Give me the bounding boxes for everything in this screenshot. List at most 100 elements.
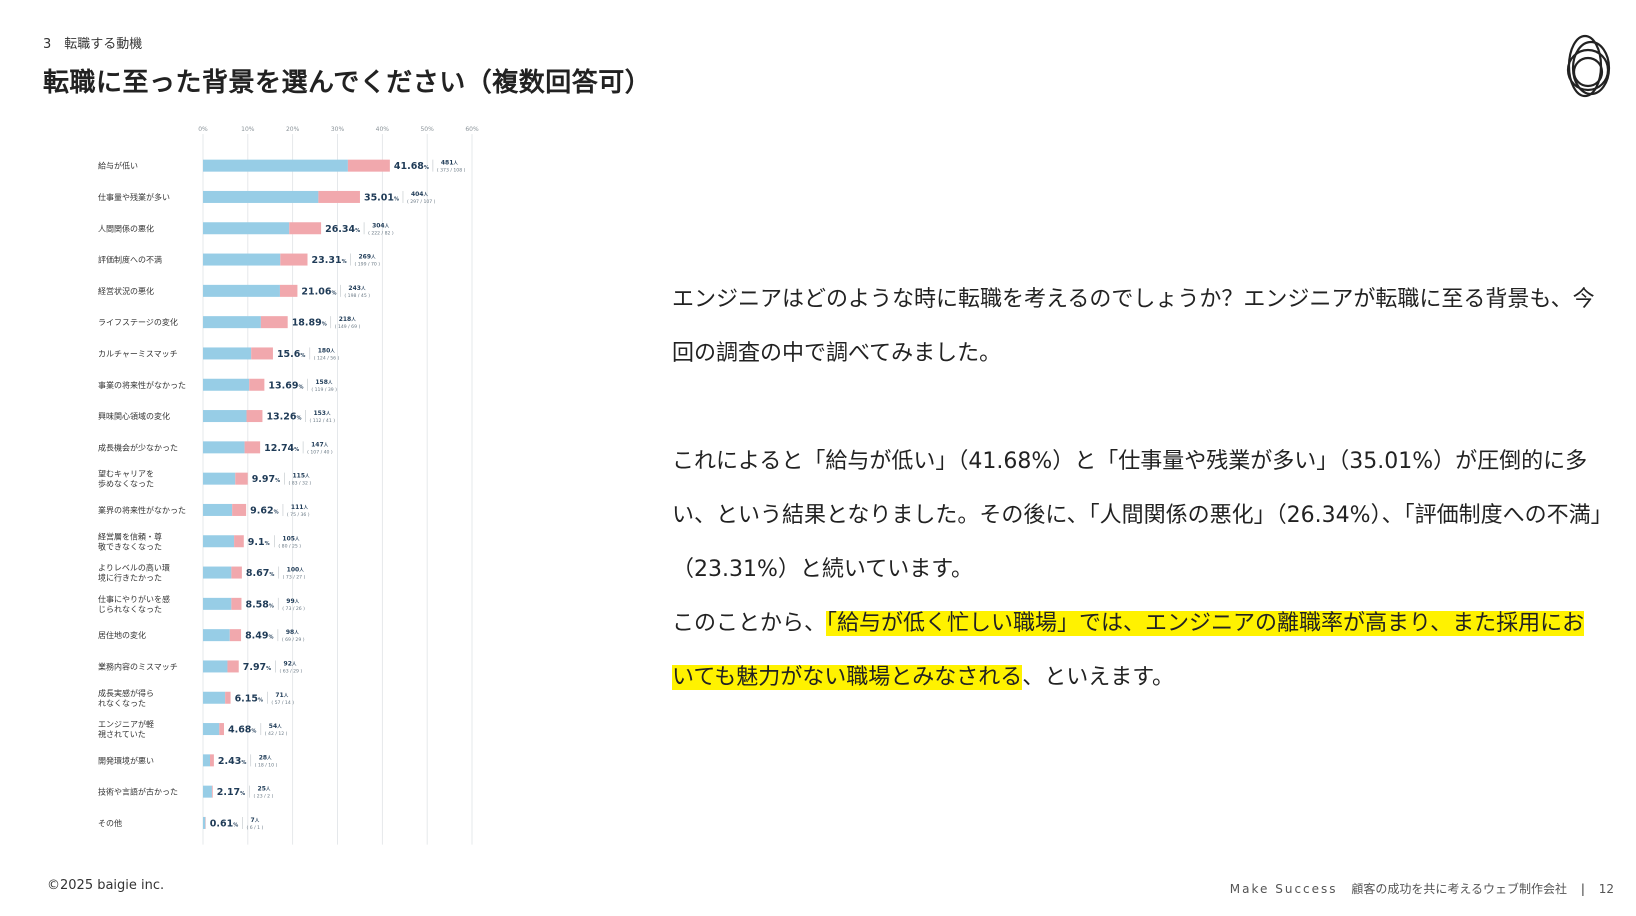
category-label: 業務内容のミスマッチ [98,661,178,671]
value-label: 13.26% [266,412,301,423]
count-label: 158人 [315,379,333,386]
bar-segment-secondary [225,691,231,704]
bar-segment-primary [203,441,245,454]
breakdown-label: ( 18 / 10 ) [255,762,278,768]
category-label: 業界の将来性がなかった [98,505,186,515]
x-tick-label: 60% [465,126,479,133]
breakdown-label: ( 297 / 107 ) [407,199,436,205]
count-label: 71人 [275,692,288,699]
bar-segment-primary [203,503,233,516]
category-label: 成長実感が得られなくなった [98,688,154,708]
breakdown-label: ( 69 / 29 ) [282,637,305,643]
tagline: Make Success [1229,882,1338,896]
category-label: 人間関係の悪化 [98,223,154,233]
count-label: 25人 [258,786,271,793]
paragraph-results: これによると「給与が低い」（41.68%）と「仕事量や残業が多い」（35.01%… [672,449,1602,582]
bar-segment-secondary [232,503,247,516]
category-label: エンジニアが軽視されていた [98,719,154,739]
breakdown-label: ( 222 / 82 ) [368,230,394,236]
breakdown-label: ( 23 / 2 ) [254,794,274,800]
bar-segment-primary [203,597,232,610]
bar-segment-secondary [219,723,224,736]
category-label: カルチャーミスマッチ [98,349,178,358]
bar-segment-primary [203,660,228,673]
value-label: 21.06% [301,286,336,297]
bar-segment-secondary [234,535,244,548]
x-tick-label: 40% [376,126,390,133]
breakdown-label: ( 73 / 27 ) [283,575,306,581]
bar-segment-primary [203,378,250,391]
bar-segment-secondary [227,660,239,673]
company-description: 顧客の成功を共に考えるウェブ制作会社 [1351,882,1568,896]
category-label: 給与が低い [98,161,138,171]
breakdown-label: ( 107 / 40 ) [307,449,333,455]
bar-segment-secondary [231,597,242,610]
breakdown-label: ( 149 / 69 ) [335,324,361,330]
bar-segment-secondary [211,785,213,798]
bar-segment-primary [203,754,211,767]
conclusion-lead: このことから、 [672,611,827,636]
count-label: 92人 [284,660,297,667]
page-number: 12 [1598,882,1614,896]
bar-segment-secondary [318,190,360,203]
bar-segment-primary [203,691,226,704]
count-label: 115人 [292,473,310,480]
breakdown-label: ( 198 / 45 ) [344,293,370,299]
breakdown-label: ( 75 / 36 ) [287,512,310,518]
count-label: 98人 [286,629,299,636]
count-label: 99人 [286,598,299,605]
value-label: 0.61% [210,818,238,829]
bar-segment-secondary [244,441,261,454]
value-label: 9.97% [252,474,280,485]
count-label: 54人 [269,723,282,730]
breakdown-label: ( 73 / 26 ) [282,606,305,612]
value-label: 9.1% [248,537,270,548]
value-label: 15.6% [277,349,305,360]
x-tick-label: 30% [331,126,345,133]
bar-segment-primary [203,222,290,235]
bar-chart: 0% 10% 20% 30% 40% 50% 60% 給与が低い 41.68% 481人( 373… [98,126,479,845]
breakdown-label: ( 63 / 29 ) [280,668,303,674]
bar-segment-primary [203,347,252,360]
category-label: 評価制度への不満 [98,255,162,265]
count-label: 218人 [339,316,357,323]
bar-segment-secondary [235,472,248,485]
bar-segment-primary [203,190,319,203]
breakdown-label: ( 6 / 1 ) [247,825,264,831]
category-label: よりレベルの高い環境に行きたかった [98,563,170,583]
bar-segment-primary [203,816,206,829]
bar-segment-primary [203,159,348,172]
value-label: 13.69% [268,380,303,391]
bar-segment-secondary [246,410,263,423]
count-label: 304人 [372,222,390,229]
bar-segment-secondary [229,629,242,642]
bar-segment-secondary [249,378,265,391]
breakdown-label: ( 112 / 41 ) [309,418,335,424]
value-label: 7.97% [243,662,271,673]
bar-segment-secondary [280,253,308,266]
category-label: 居住地の変化 [98,630,146,640]
count-label: 269人 [359,254,377,261]
count-label: 105人 [282,535,300,542]
bar-segment-primary [203,410,247,423]
body-text: エンジニアはどのような時に転職を考えるのでしょうか？エンジニアが転職に至る背景も… [672,273,1602,705]
category-label: ライフステージの変化 [98,317,178,327]
footer-separator: | [1580,882,1585,896]
bar-segment-primary [203,253,281,266]
category-label: 開発環境が悪い [98,755,154,765]
breakdown-label: ( 373 / 108 ) [437,168,466,174]
x-tick-label: 20% [286,126,300,133]
bar-segment-secondary [251,347,273,360]
breakdown-label: ( 80 / 25 ) [278,543,301,549]
bar-segment-primary [203,472,236,485]
bar-segment-primary [203,566,232,579]
breakdown-label: ( 42 / 12 ) [265,731,288,737]
x-tick-label: 50% [420,126,434,133]
value-label: 26.34% [325,224,360,235]
breakdown-label: ( 119 / 39 ) [311,387,337,393]
section-label: 3 転職する動機 [43,37,143,52]
bar-segment-secondary [279,284,298,297]
bar-segment-primary [203,629,230,642]
count-label: 243人 [348,285,366,292]
x-tick-label: 0% [198,126,208,133]
